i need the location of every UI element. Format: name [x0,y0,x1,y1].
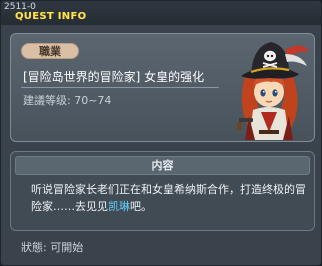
level-requirement: 建議等级: 70~74 [23,94,112,107]
quest-summary-panel: 職業 [冒险岛世界的冒险家] 女皇的强化 建議等级: 70~74 [10,33,315,142]
content-header: 内容 [15,156,310,175]
quest-status: 狀態: 可開始 [21,241,84,254]
quest-info-window: 2511-0 QUEST INFO 職業 [冒险岛世界的冒险家] 女皇的强化 建… [0,0,322,266]
description-text: 听说冒险家长老们正在和女皇希纳斯合作，打造终极的冒险家……去见见 [31,183,306,213]
quest-content-panel: 内容 听说冒险家长老们正在和女皇希纳斯合作，打造终极的冒险家……去见见凯琳吧。 [10,151,315,231]
description-text-end: 吧。 [130,200,152,213]
job-badge: 職業 [21,43,79,59]
divider [21,87,219,88]
npc-portrait-icon [237,42,309,140]
npc-name-link[interactable]: 凯琳 [108,200,130,213]
titlebar[interactable]: 2511-0 QUEST INFO [1,1,321,25]
quest-name: [冒险岛世界的冒险家] 女皇的强化 [23,70,205,84]
quest-description: 听说冒险家长老们正在和女皇希纳斯合作，打造终极的冒险家……去见见凯琳吧。 [31,181,306,215]
window-title: QUEST INFO [15,11,87,22]
